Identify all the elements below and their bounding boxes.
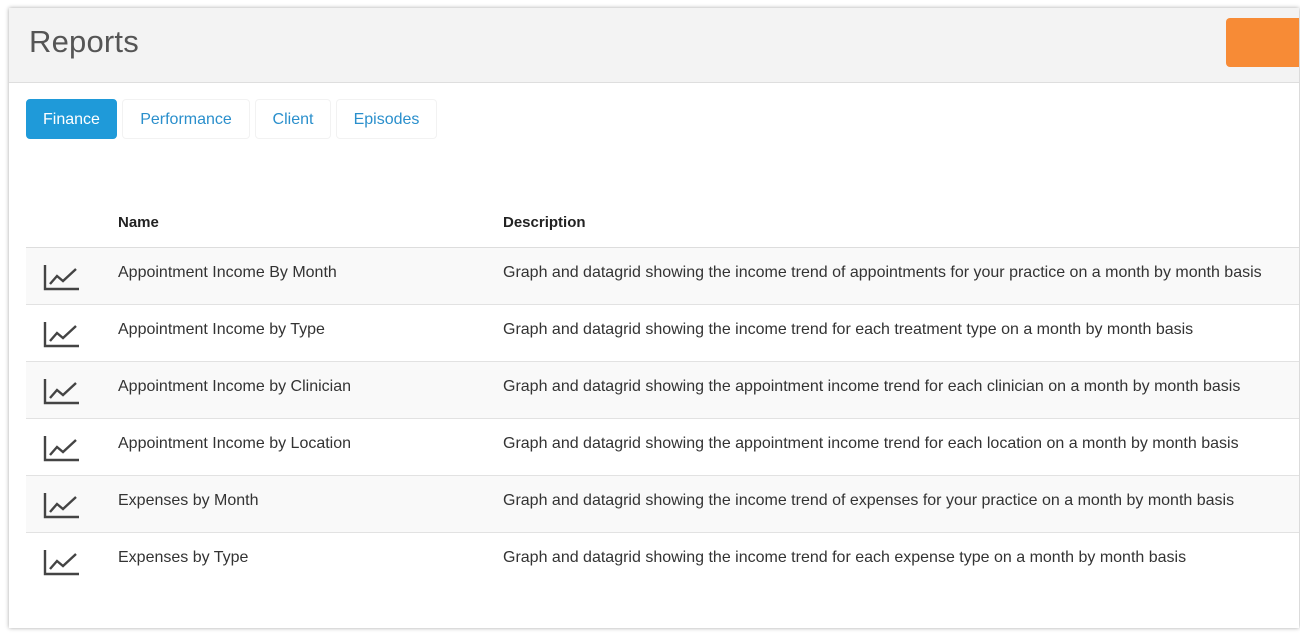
line-chart-icon	[43, 550, 79, 576]
page-title: Reports	[29, 24, 139, 59]
report-description: Graph and datagrid showing the income tr…	[503, 321, 1194, 338]
table-row[interactable]: Appointment Income By Month Graph and da…	[26, 248, 1299, 305]
tab-finance[interactable]: Finance	[26, 99, 117, 139]
table-row[interactable]: Appointment Income by Location Graph and…	[26, 419, 1299, 476]
table-row[interactable]: Expenses by Type Graph and datagrid show…	[26, 533, 1299, 589]
report-description: Graph and datagrid showing the income tr…	[503, 264, 1262, 281]
reports-window: Reports Finance Performance Client Episo…	[9, 8, 1299, 628]
report-name[interactable]: Appointment Income by Clinician	[118, 378, 351, 396]
line-chart-icon	[43, 379, 79, 405]
table-row[interactable]: Expenses by Month Graph and datagrid sho…	[26, 476, 1299, 533]
tab-performance[interactable]: Performance	[122, 99, 250, 139]
report-name[interactable]: Appointment Income by Type	[118, 321, 325, 339]
tab-client[interactable]: Client	[255, 99, 331, 139]
report-name[interactable]: Expenses by Month	[118, 492, 259, 510]
table-header: Name Description	[26, 196, 1299, 248]
reports-table: Name Description Appointment Income By M…	[26, 196, 1299, 589]
report-name[interactable]: Appointment Income By Month	[118, 264, 337, 282]
column-header-name: Name	[118, 214, 159, 231]
report-description: Graph and datagrid showing the income tr…	[503, 492, 1235, 509]
line-chart-icon	[43, 265, 79, 291]
line-chart-icon	[43, 322, 79, 348]
tab-episodes[interactable]: Episodes	[336, 99, 437, 139]
report-name[interactable]: Expenses by Type	[118, 549, 248, 567]
page-header: Reports	[9, 8, 1299, 83]
report-description: Graph and datagrid showing the appointme…	[503, 378, 1241, 395]
header-action-button[interactable]	[1226, 18, 1299, 67]
report-description: Graph and datagrid showing the income tr…	[503, 549, 1187, 566]
line-chart-icon	[43, 493, 79, 519]
table-row[interactable]: Appointment Income by Clinician Graph an…	[26, 362, 1299, 419]
report-name[interactable]: Appointment Income by Location	[118, 435, 351, 453]
report-description: Graph and datagrid showing the appointme…	[503, 435, 1239, 452]
table-row[interactable]: Appointment Income by Type Graph and dat…	[26, 305, 1299, 362]
line-chart-icon	[43, 436, 79, 462]
column-header-description: Description	[503, 214, 586, 231]
